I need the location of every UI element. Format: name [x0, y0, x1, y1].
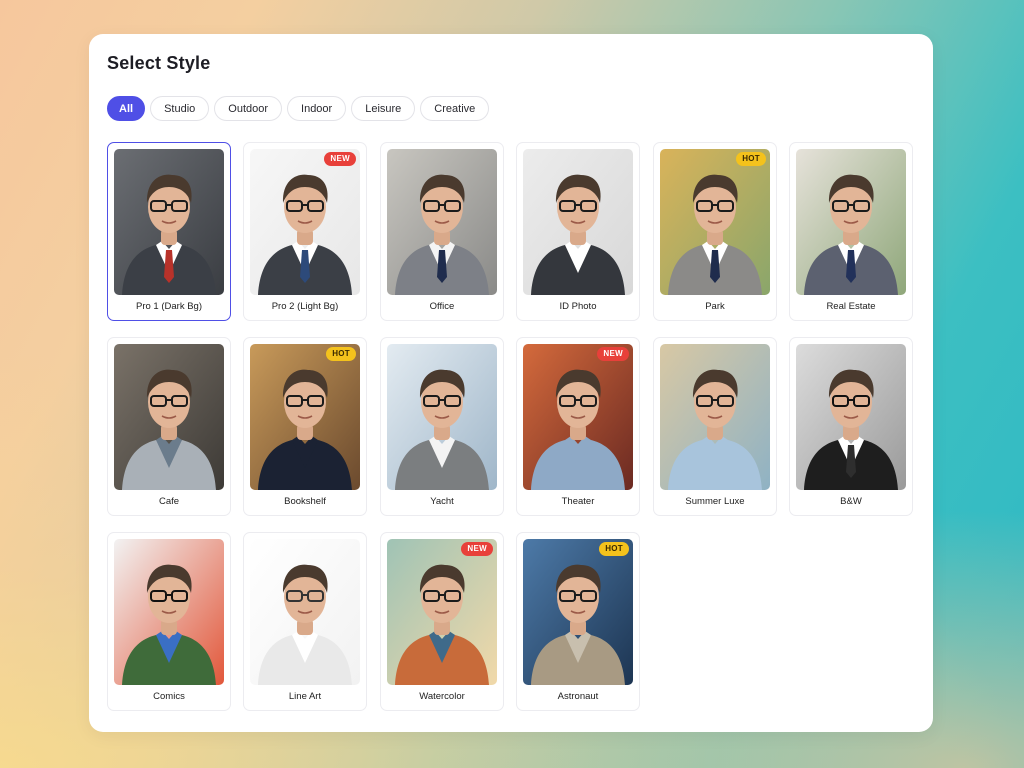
style-thumbnail — [796, 344, 906, 490]
style-label: Summer Luxe — [685, 496, 745, 507]
style-thumbnail — [523, 539, 633, 685]
style-card-pro-1-dark-bg[interactable]: Pro 1 (Dark Bg) — [107, 142, 231, 321]
style-card-real-estate[interactable]: Real Estate — [789, 142, 913, 321]
style-label: Astronaut — [557, 691, 599, 702]
style-thumbnail — [114, 149, 224, 295]
style-card-bandw[interactable]: B&W — [789, 337, 913, 516]
style-card-bookshelf[interactable]: HOT Bookshelf — [243, 337, 367, 516]
tab-outdoor[interactable]: Outdoor — [214, 96, 283, 121]
style-label: Office — [429, 301, 455, 312]
style-thumbnail — [660, 149, 770, 295]
style-card-summer-luxe[interactable]: Summer Luxe — [653, 337, 777, 516]
style-label: Real Estate — [826, 301, 876, 312]
hot-badge: HOT — [326, 347, 356, 361]
style-thumbnail — [387, 539, 497, 685]
style-card-office[interactable]: Office — [380, 142, 504, 321]
style-label: Yacht — [430, 496, 454, 507]
new-badge: NEW — [461, 542, 493, 556]
style-card-line-art[interactable]: Line Art — [243, 532, 367, 711]
style-thumbnail — [250, 539, 360, 685]
style-thumbnail — [250, 149, 360, 295]
tab-leisure[interactable]: Leisure — [351, 96, 416, 121]
style-thumbnail — [387, 149, 497, 295]
style-thumbnail — [796, 149, 906, 295]
page-title: Select Style — [107, 53, 211, 73]
style-card-comics[interactable]: Comics — [107, 532, 231, 711]
style-label: Cafe — [158, 496, 180, 507]
style-card-yacht[interactable]: Yacht — [380, 337, 504, 516]
hot-badge: HOT — [599, 542, 629, 556]
tab-all[interactable]: All — [107, 96, 146, 121]
style-label: Theater — [561, 496, 595, 507]
style-card-id-photo[interactable]: ID Photo — [516, 142, 640, 321]
style-thumbnail — [387, 344, 497, 490]
style-label: Bookshelf — [284, 496, 326, 507]
style-card-cafe[interactable]: Cafe — [107, 337, 231, 516]
style-label: B&W — [840, 496, 862, 507]
style-thumbnail — [250, 344, 360, 490]
style-label: Comics — [153, 691, 185, 702]
tab-indoor[interactable]: Indoor — [287, 96, 347, 121]
style-thumbnail — [523, 344, 633, 490]
new-badge: NEW — [597, 347, 629, 361]
new-badge: NEW — [324, 152, 356, 166]
style-label: Park — [705, 301, 725, 312]
tab-creative[interactable]: Creative — [420, 96, 490, 121]
filter-tabs: All Studio Outdoor Indoor Leisure Creati… — [107, 96, 490, 121]
style-thumbnail — [114, 539, 224, 685]
style-selector-panel: Select Style All Studio Outdoor Indoor L… — [89, 34, 933, 732]
hot-badge: HOT — [736, 152, 766, 166]
style-card-astronaut[interactable]: HOT Astronaut — [516, 532, 640, 711]
style-label: Pro 1 (Dark Bg) — [136, 301, 202, 312]
style-label: ID Photo — [559, 301, 597, 312]
style-card-pro-2-light-bg[interactable]: NEW Pro 2 (Light Bg) — [243, 142, 367, 321]
style-card-theater[interactable]: NEW Theater — [516, 337, 640, 516]
style-card-watercolor[interactable]: NEW Watercolor — [380, 532, 504, 711]
style-thumbnail — [523, 149, 633, 295]
style-thumbnail — [660, 344, 770, 490]
style-thumbnail — [114, 344, 224, 490]
style-label: Line Art — [288, 691, 322, 702]
style-label: Pro 2 (Light Bg) — [271, 301, 339, 312]
style-card-park[interactable]: HOT Park — [653, 142, 777, 321]
style-label: Watercolor — [419, 691, 465, 702]
tab-studio[interactable]: Studio — [150, 96, 210, 121]
